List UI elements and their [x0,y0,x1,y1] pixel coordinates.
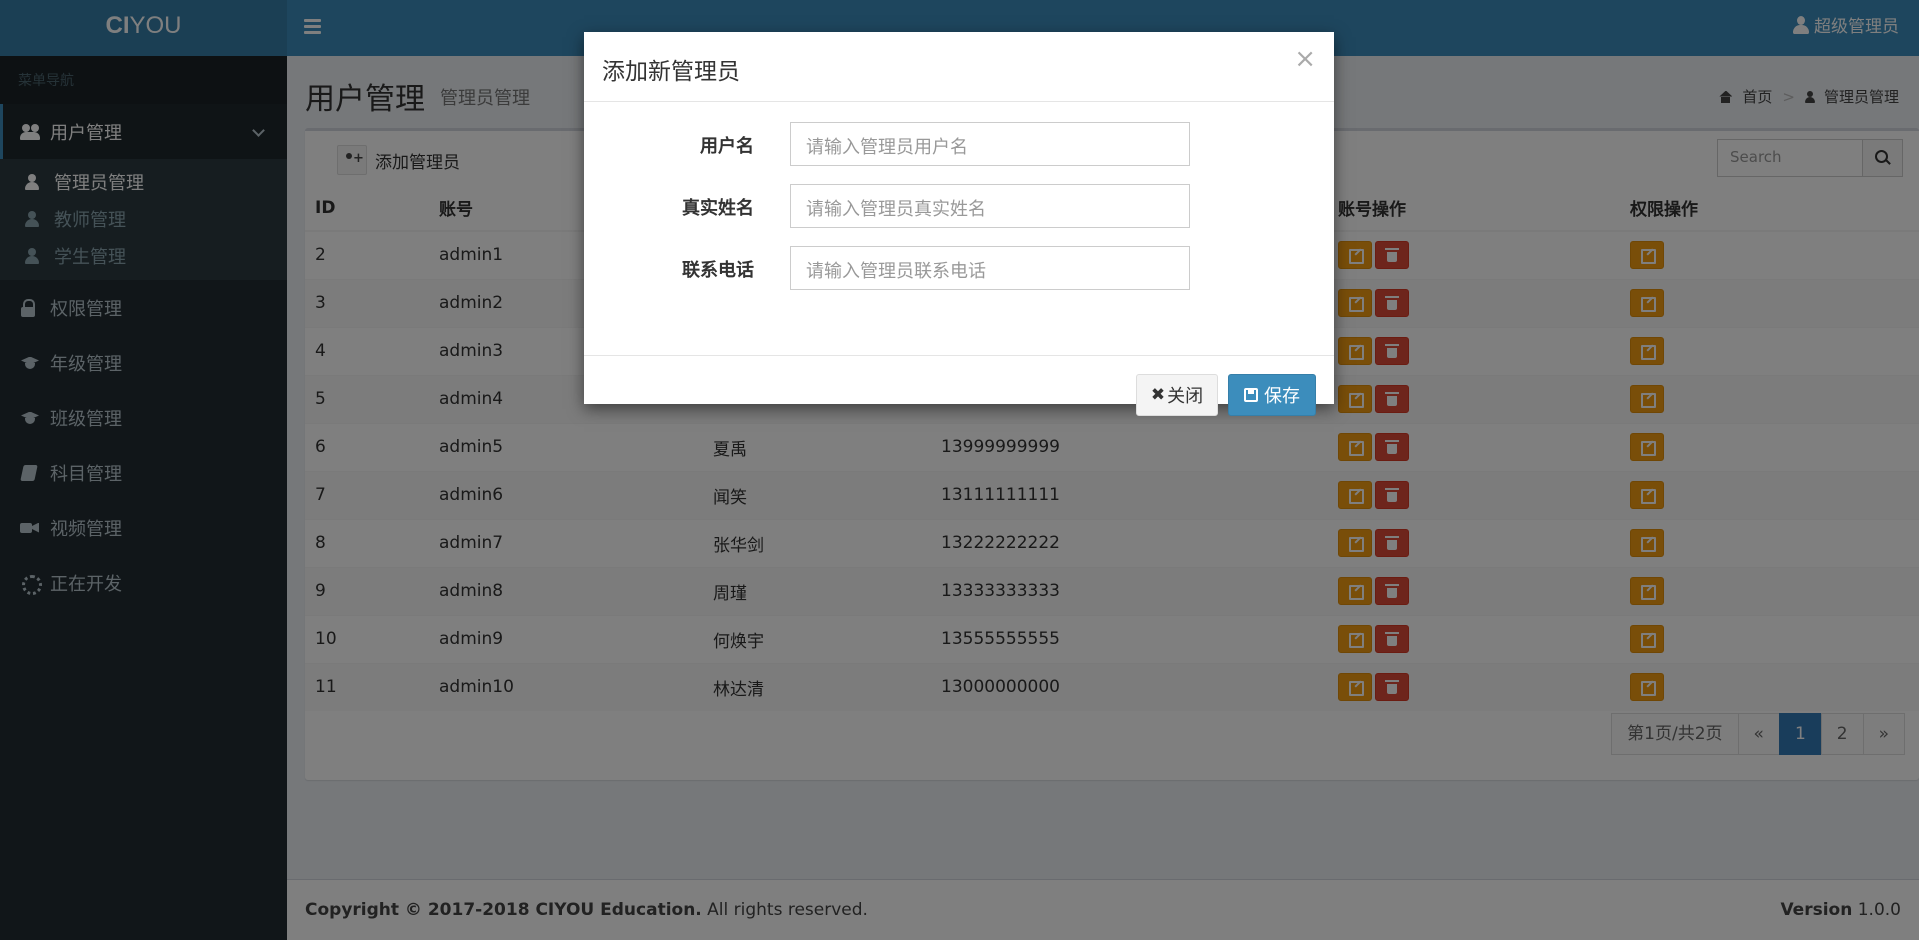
modal-close-icon[interactable]: × [1294,44,1316,74]
username-input[interactable]: 请输入管理员用户名 [790,122,1190,166]
phone-label: 联系电话 [682,260,754,281]
add-admin-modal: 添加新管理员 × 用户名 请输入管理员用户名 真实姓名 请输入管理员真实姓名 联… [584,32,1334,416]
close-button[interactable]: ✖ 关闭 [1136,374,1218,416]
modal-body: 用户名 请输入管理员用户名 真实姓名 请输入管理员真实姓名 联系电话 请输入管理… [584,102,1334,356]
realname-input[interactable]: 请输入管理员真实姓名 [790,184,1190,228]
form-row-realname: 真实姓名 请输入管理员真实姓名 [584,184,1334,228]
phone-input[interactable]: 请输入管理员联系电话 [790,246,1190,290]
username-label: 用户名 [700,136,754,157]
modal-footer: ✖ 关闭 保存 [584,356,1334,416]
close-icon: ✖ [1150,385,1166,405]
floppy-disk-icon [1244,388,1258,402]
form-row-username: 用户名 请输入管理员用户名 [584,122,1334,166]
realname-label: 真实姓名 [682,198,754,219]
save-button[interactable]: 保存 [1228,374,1316,416]
modal-header: 添加新管理员 × [584,32,1334,102]
modal-title: 添加新管理员 [602,59,740,85]
form-row-phone: 联系电话 请输入管理员联系电话 [584,246,1334,290]
